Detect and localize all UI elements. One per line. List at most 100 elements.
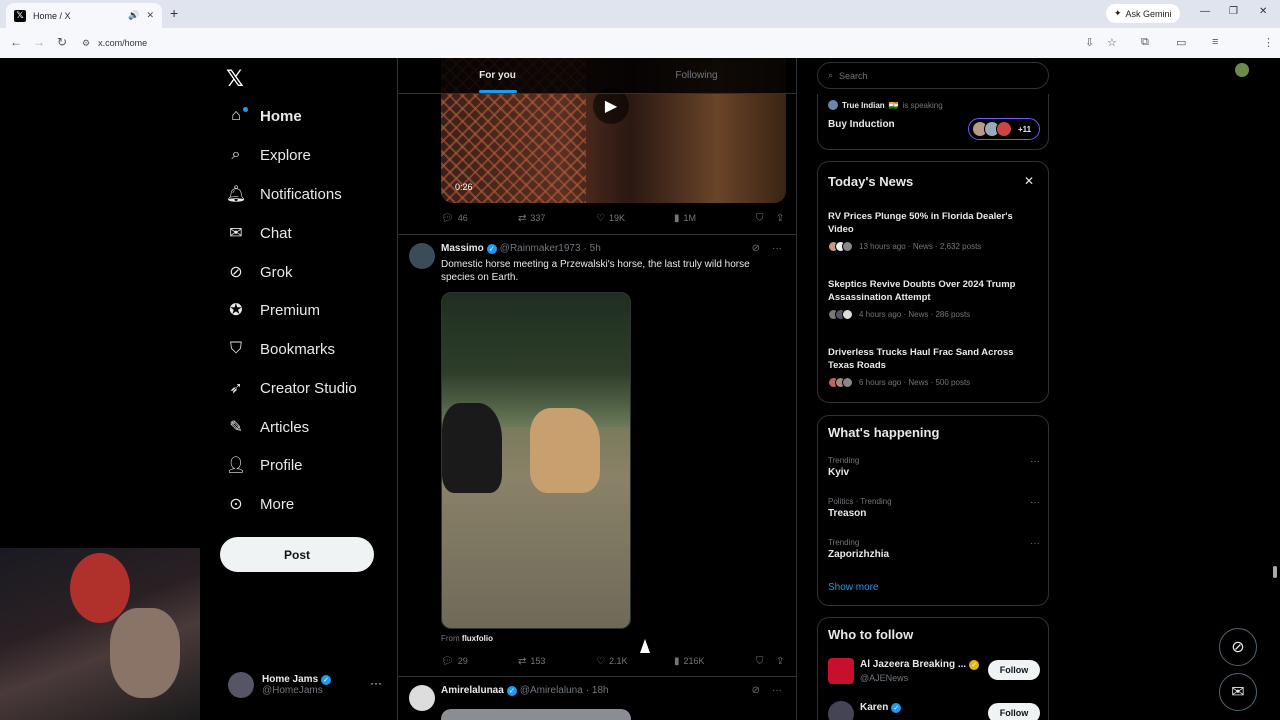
avatar[interactable] [828, 658, 854, 684]
nav-chat[interactable]: ✉ Chat [226, 219, 291, 247]
nav-label: Bookmarks [260, 340, 336, 358]
messages-fab-icon[interactable]: ✉ [1219, 673, 1257, 711]
avatar[interactable] [409, 685, 435, 711]
more-dots-icon[interactable]: ··· [1030, 456, 1040, 467]
back-icon[interactable]: ← [10, 35, 22, 49]
trend-item[interactable]: Trending Zaporizhzhia ··· [828, 538, 1040, 560]
repost-button[interactable]: ⇄ 337 [518, 213, 596, 224]
more-dots-icon[interactable]: ··· [1030, 497, 1040, 508]
nav-home[interactable]: ⌂ Home [226, 102, 302, 130]
media-controls-icon[interactable]: ≡ [1212, 36, 1218, 48]
views-button[interactable]: ▮ 216K [674, 656, 756, 667]
tweet[interactable]: Amirelalunaa ✓ @Amirelaluna · 18h ⊘ ··· [398, 676, 796, 720]
author-handle[interactable]: @Rainmaker1973 [500, 243, 581, 254]
author-name[interactable]: Massimo [441, 243, 484, 254]
sidepanel-icon[interactable]: ▭ [1176, 36, 1186, 49]
card-title: Who to follow [828, 627, 914, 642]
speaker-icon[interactable]: 🔊 [128, 10, 139, 21]
search-input[interactable]: ⌕ Search [817, 62, 1049, 89]
forward-icon[interactable]: → [33, 35, 45, 49]
follow-button[interactable]: Follow [988, 660, 1040, 680]
browser-tab-strip: 𝕏 Home / X 🔊 ✕ + ✦ Ask Gemini — ❐ ✕ [0, 0, 1280, 28]
tweet-actions: 💬︎ 29 ⇄ 153 ♡ 2.1K ▮ 216K ⛉ ⇪ [441, 654, 786, 668]
follow-button[interactable]: Follow [988, 703, 1040, 720]
webcam-person [110, 608, 180, 698]
tweet-time[interactable]: · 5h [584, 243, 601, 254]
share-button[interactable]: ⇪ [776, 213, 784, 224]
more-dots-icon[interactable]: ··· [370, 676, 382, 690]
reply-button[interactable]: 💬︎ 29 [441, 656, 518, 667]
nav-articles[interactable]: ✎ Articles [226, 413, 309, 441]
follow-suggestion[interactable]: Al Jazeera Breaking ... ✓ @AJENews Follow [828, 658, 1040, 688]
from-source[interactable]: fluxfolio [462, 634, 493, 643]
tab-following[interactable]: Following [597, 58, 796, 93]
close-window-icon[interactable]: ✕ [1259, 6, 1267, 17]
more-dots-icon[interactable]: ··· [1030, 538, 1040, 549]
close-icon[interactable]: ✕ [1024, 174, 1034, 188]
nav-bookmarks[interactable]: ⛉ Bookmarks [226, 335, 335, 363]
nav-creator-studio[interactable]: ➶ Creator Studio [226, 374, 356, 402]
account-switcher[interactable]: Home Jams ✓ @HomeJams ··· [228, 672, 388, 698]
minimize-icon[interactable]: — [1200, 6, 1210, 17]
reply-button[interactable]: 💬︎ 46 [441, 213, 518, 224]
nav-notifications[interactable]: 🔔︎ Notifications [226, 180, 342, 208]
restore-icon[interactable]: ❐ [1229, 6, 1238, 17]
follow-suggestion[interactable]: Karen ✓ Follow [828, 701, 1040, 720]
close-tab-icon[interactable]: ✕ [146, 10, 154, 21]
news-item[interactable]: Driverless Trucks Haul Frac Sand Across … [828, 346, 1040, 388]
grok-icon[interactable]: ⊘ [752, 685, 760, 696]
nav-profile[interactable]: 👤︎ Profile [226, 451, 303, 479]
tweet-video[interactable] [441, 292, 631, 629]
gemini-sparkle-icon: ✦ [1114, 8, 1122, 18]
tweet-time[interactable]: · 18h [586, 685, 609, 696]
reply-count: 29 [457, 656, 468, 666]
site-info-icon[interactable]: ⚙ [82, 38, 90, 49]
post-button[interactable]: Post [220, 537, 374, 572]
nav-more[interactable]: ⊙ More [226, 490, 294, 518]
tweet-media[interactable] [441, 709, 631, 720]
url-field[interactable]: ⚙ x.com/home [80, 32, 1100, 54]
views-button[interactable]: ▮ 1M [674, 213, 756, 224]
avatar[interactable] [828, 701, 854, 720]
browser-tab[interactable]: 𝕏 Home / X 🔊 ✕ [6, 3, 162, 28]
bookmark-icon: ⛉ [756, 212, 764, 224]
reload-icon[interactable]: ↻ [57, 35, 67, 49]
like-button[interactable]: ♡ 2.1K [596, 656, 674, 667]
share-button[interactable]: ⇪ [776, 656, 784, 667]
news-meta: 13 hours ago · News · 2,632 posts [859, 242, 982, 251]
browser-menu-icon[interactable]: ⋮ [1263, 36, 1274, 49]
live-space-card[interactable]: True Indian 🇮🇳 is speaking Buy Induction… [817, 94, 1049, 150]
nav-explore[interactable]: ⌕ Explore [226, 141, 311, 169]
repost-count: 337 [530, 213, 546, 223]
author-handle[interactable]: @Amirelaluna [520, 685, 583, 696]
grok-icon[interactable]: ⊘ [752, 243, 760, 254]
browser-profile-avatar[interactable] [1235, 63, 1249, 77]
install-app-icon[interactable]: ⇩ [1085, 36, 1094, 49]
new-tab-button[interactable]: + [170, 5, 178, 21]
repost-icon: ⇄ [518, 212, 527, 224]
x-logo-icon[interactable]: 𝕏 [226, 66, 244, 92]
avatar[interactable] [409, 243, 435, 269]
bookmark-button[interactable]: ⛉ [756, 656, 776, 667]
trend-item[interactable]: Trending Kyiv ··· [828, 456, 1040, 478]
repost-button[interactable]: ⇄ 153 [518, 656, 596, 667]
extensions-icon[interactable]: ⧉ [1141, 36, 1149, 49]
scrollbar-thumb[interactable] [1273, 566, 1277, 578]
more-dots-icon[interactable]: ··· [772, 685, 782, 696]
grok-fab-icon[interactable]: ⊘ [1219, 628, 1257, 666]
trend-context: Trending [828, 538, 860, 547]
nav-premium[interactable]: ✪ Premium [226, 296, 320, 324]
bookmark-button[interactable]: ⛉ [756, 213, 776, 224]
news-item[interactable]: Skeptics Revive Doubts Over 2024 Trump A… [828, 278, 1040, 320]
page-scrollbar[interactable] [1270, 58, 1280, 720]
ask-gemini-button[interactable]: ✦ Ask Gemini [1106, 4, 1180, 23]
more-dots-icon[interactable]: ··· [772, 243, 782, 254]
trend-item[interactable]: Politics · Trending Treason ··· [828, 497, 1040, 519]
news-item[interactable]: RV Prices Plunge 50% in Florida Dealer's… [828, 210, 1040, 252]
nav-grok[interactable]: ⊘ Grok [226, 258, 292, 286]
author-name[interactable]: Amirelalunaa [441, 685, 504, 696]
show-more-link[interactable]: Show more [828, 582, 879, 593]
tab-for-you[interactable]: For you [398, 58, 597, 93]
bookmark-star-icon[interactable]: ☆ [1107, 36, 1117, 49]
like-button[interactable]: ♡ 19K [596, 213, 674, 224]
